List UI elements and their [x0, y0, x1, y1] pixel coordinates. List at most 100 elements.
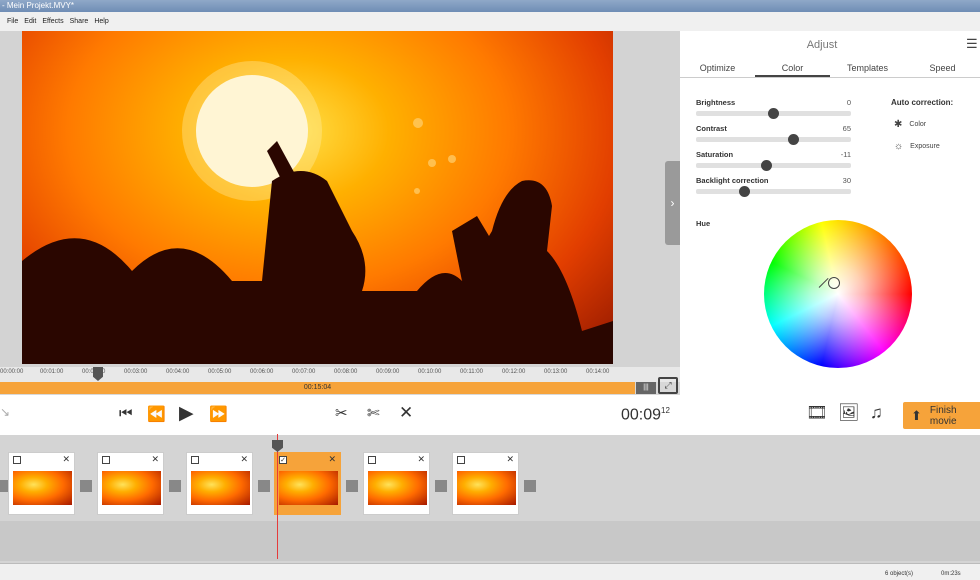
- ruler-label: 00:13:00: [544, 369, 568, 375]
- transition-slot[interactable]: [258, 480, 270, 492]
- auto-color-label: Color: [909, 121, 927, 128]
- clip-checkbox[interactable]: [102, 456, 110, 464]
- contrast-value: 65: [842, 124, 851, 133]
- clip-close-icon[interactable]: ✕: [151, 454, 159, 465]
- hue-picker-handle[interactable]: [828, 277, 840, 289]
- menu-bar: File Edit Effects Share Help: [0, 12, 980, 31]
- status-object-count: 6 object(s): [885, 571, 914, 577]
- auto-exposure-label: Exposure: [910, 143, 940, 150]
- clip-close-icon[interactable]: ✕: [328, 454, 336, 465]
- clip-thumbnail: [13, 471, 72, 505]
- timeline-playhead-handle[interactable]: [272, 440, 283, 452]
- clip-close-icon[interactable]: ✕: [417, 454, 425, 465]
- brightness-label: Brightness: [696, 98, 736, 107]
- tab-color[interactable]: Color: [755, 61, 830, 77]
- current-timecode: 00:0912: [621, 406, 670, 424]
- brightness-slider-knob[interactable]: [768, 108, 779, 119]
- backlight-slider-knob[interactable]: [739, 186, 751, 197]
- contrast-slider[interactable]: [696, 134, 851, 145]
- ruler-label: 00:11:00: [460, 369, 483, 375]
- tab-optimize[interactable]: Optimize: [680, 61, 755, 77]
- storyboard-timeline[interactable]: ✕ ✕ ✕ ✓ ✕ ✕ ✕: [0, 434, 980, 563]
- ruler-label: 00:04:00: [166, 369, 190, 375]
- clip-checkbox[interactable]: ✓: [279, 456, 287, 464]
- clip-item-selected[interactable]: ✓ ✕: [274, 452, 341, 515]
- clip-item[interactable]: ✕: [97, 452, 164, 515]
- ruler-label: 00:14:00: [586, 369, 610, 375]
- transition-slot[interactable]: [0, 480, 8, 492]
- panel-toggle-chevron-icon[interactable]: ›: [665, 161, 680, 245]
- delete-x-icon[interactable]: ✕: [399, 403, 413, 423]
- add-video-icon[interactable]: 🎞: [806, 403, 828, 423]
- fast-forward-icon[interactable]: ⏩: [209, 405, 228, 423]
- timeline-playhead-line: [277, 434, 278, 559]
- menu-share[interactable]: Share: [67, 12, 92, 31]
- play-icon[interactable]: ▶: [179, 402, 194, 425]
- menu-help[interactable]: Help: [91, 12, 111, 31]
- transition-slot[interactable]: [435, 480, 447, 492]
- clip-thumbnail: [457, 471, 516, 505]
- contrast-slider-knob[interactable]: [788, 134, 800, 145]
- scissors-split-icon[interactable]: ✂: [335, 404, 348, 422]
- progress-end-handle[interactable]: |||: [636, 382, 656, 394]
- menu-edit[interactable]: Edit: [21, 12, 39, 31]
- auto-color-button[interactable]: ✱ Color: [894, 119, 926, 130]
- ruler-label: 00:00:00: [0, 369, 24, 375]
- clip-item[interactable]: ✕: [8, 452, 75, 515]
- skip-to-start-icon[interactable]: ⏮: [119, 405, 133, 422]
- status-bar: 6 object(s) 0m:23s: [0, 563, 980, 580]
- sunset-silhouette-image: [22, 61, 613, 364]
- ruler-label: 00:06:00: [250, 369, 274, 375]
- hue-color-wheel[interactable]: [764, 220, 912, 368]
- transition-slot[interactable]: [169, 480, 181, 492]
- fullscreen-icon[interactable]: ⤢: [658, 377, 678, 394]
- menu-file[interactable]: File: [4, 12, 21, 31]
- undo-arrow-icon[interactable]: ↘: [0, 405, 10, 419]
- clip-checkbox[interactable]: [457, 456, 465, 464]
- add-music-icon[interactable]: ♫: [870, 403, 883, 423]
- video-preview[interactable]: [22, 31, 613, 364]
- adjust-panel: Adjust ☰ Optimize Color Templates Speed …: [680, 31, 980, 395]
- saturation-slider-knob[interactable]: [760, 160, 772, 171]
- clip-checkbox[interactable]: [191, 456, 199, 464]
- transition-slot[interactable]: [346, 480, 358, 492]
- brightness-slider[interactable]: [696, 108, 851, 119]
- tab-speed[interactable]: Speed: [905, 61, 980, 77]
- clip-thumbnail: [191, 471, 250, 505]
- window-title: - Mein Projekt.MVY*: [0, 0, 980, 12]
- clip-close-icon[interactable]: ✕: [240, 454, 248, 465]
- ruler-label: 00:07:00: [292, 369, 316, 375]
- ruler-label: 00:09:00: [376, 369, 400, 375]
- scissors-trim-icon[interactable]: ✄: [367, 404, 380, 422]
- transition-slot[interactable]: [524, 480, 536, 492]
- auto-exposure-button[interactable]: ☼ Exposure: [894, 141, 940, 152]
- menu-effects[interactable]: Effects: [39, 12, 66, 31]
- backlight-slider[interactable]: [696, 186, 851, 197]
- clip-close-icon[interactable]: ✕: [62, 454, 70, 465]
- clip-thumbnail: [102, 471, 161, 505]
- clip-item[interactable]: ✕: [186, 452, 253, 515]
- clip-item[interactable]: ✕: [452, 452, 519, 515]
- saturation-value: -11: [840, 150, 851, 159]
- finish-movie-button[interactable]: ⬆ Finish movie: [903, 402, 980, 429]
- tab-templates[interactable]: Templates: [830, 61, 905, 77]
- auto-correction-title: Auto correction:: [891, 98, 954, 107]
- saturation-slider[interactable]: [696, 160, 851, 171]
- ruler-label: 00:12:00: [502, 369, 526, 375]
- playback-progress-bar[interactable]: 00:15:04: [0, 382, 635, 394]
- preview-area: ›: [0, 31, 680, 367]
- timecode-main: 00:09: [621, 406, 662, 424]
- clip-close-icon[interactable]: ✕: [506, 454, 514, 465]
- adjust-tabs: Optimize Color Templates Speed: [680, 61, 980, 78]
- clip-checkbox[interactable]: [368, 456, 376, 464]
- ruler-label: 00:01:00: [40, 369, 64, 375]
- clip-checkbox[interactable]: [13, 456, 21, 464]
- hamburger-menu-icon[interactable]: ☰: [966, 36, 978, 52]
- rewind-icon[interactable]: ⏪: [147, 405, 166, 423]
- clip-item[interactable]: ✕: [363, 452, 430, 515]
- saturation-label: Saturation: [696, 150, 734, 159]
- contrast-label: Contrast: [696, 124, 727, 133]
- add-image-icon[interactable]: 🖼: [838, 403, 860, 423]
- ruler-label: 00:10:00: [418, 369, 442, 375]
- transition-slot[interactable]: [80, 480, 92, 492]
